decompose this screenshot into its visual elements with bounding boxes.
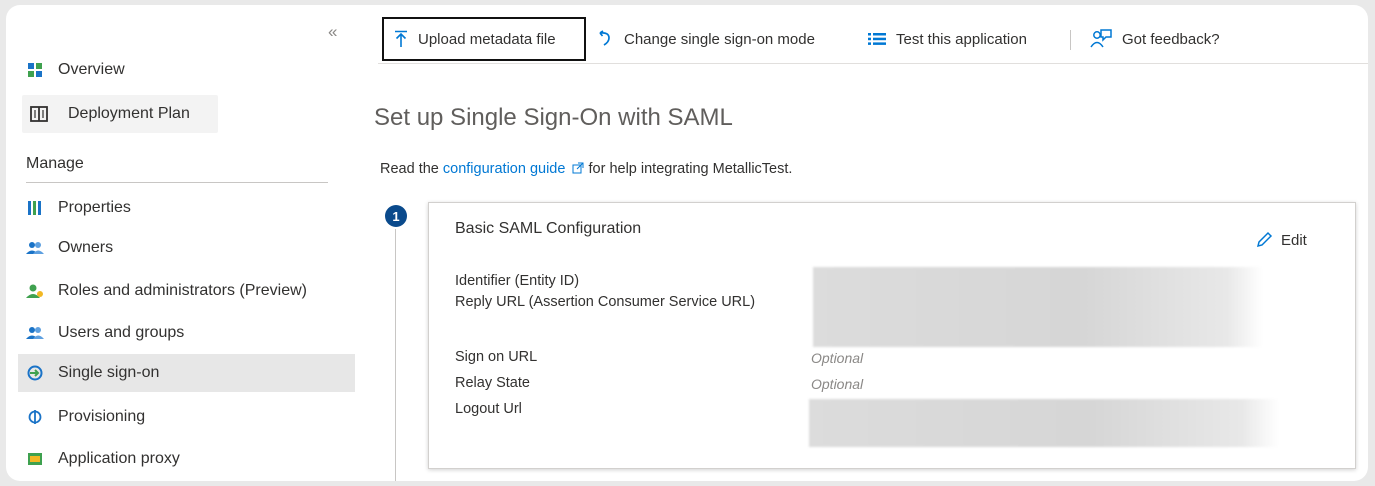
sidebar-item-label: Deployment Plan	[68, 105, 190, 122]
redacted-logout-value	[809, 399, 1279, 447]
relay-state-label: Relay State	[455, 375, 530, 391]
step-connector-line	[395, 229, 396, 481]
guide-suffix: for help integrating MetallicTest.	[588, 161, 793, 177]
feedback-label: Got feedback?	[1122, 30, 1220, 48]
sso-icon	[26, 364, 44, 382]
collapse-sidebar-icon[interactable]: «	[328, 22, 337, 42]
provisioning-icon	[26, 408, 44, 426]
test-application-button[interactable]: Test this application	[868, 17, 1027, 61]
sidebar-item-overview[interactable]: Overview	[18, 51, 348, 89]
reply-url-label: Reply URL (Assertion Consumer Service UR…	[455, 294, 756, 310]
roles-icon	[26, 282, 44, 300]
sidebar-item-users-groups[interactable]: Users and groups	[18, 314, 348, 352]
page-title: Set up Single Sign-On with SAML	[374, 104, 733, 131]
redacted-value-block	[813, 267, 1263, 347]
sidebar-item-label: Properties	[58, 199, 131, 216]
sidebar-item-label: Owners	[58, 239, 114, 256]
sidebar: « Overview Deployment Plan Manage Proper…	[6, 5, 356, 481]
sidebar-item-label: Overview	[58, 61, 125, 78]
sign-on-url-label: Sign on URL	[455, 349, 538, 365]
step-number-badge: 1	[385, 205, 407, 227]
logout-url-label: Logout Url	[455, 401, 522, 417]
undo-icon	[596, 30, 614, 48]
users-icon	[26, 324, 44, 342]
card-title: Basic SAML Configuration	[455, 220, 642, 237]
upload-metadata-button[interactable]: Upload metadata file	[382, 17, 586, 61]
sidebar-item-label: Roles and administrators (Preview)	[58, 282, 307, 299]
test-application-label: Test this application	[896, 30, 1027, 48]
relay-state-value: Optional	[811, 376, 864, 392]
sidebar-item-label: Users and groups	[58, 324, 185, 341]
overview-icon	[26, 61, 44, 79]
sidebar-item-owners[interactable]: Owners	[18, 229, 348, 267]
sidebar-item-provisioning[interactable]: Provisioning	[18, 398, 348, 436]
toolbar-underline	[378, 63, 1368, 64]
upload-icon	[394, 30, 408, 48]
guide-prefix: Read the	[380, 161, 443, 177]
sidebar-item-single-sign-on[interactable]: Single sign-on	[18, 354, 355, 392]
configuration-guide-link[interactable]: configuration guide	[443, 161, 589, 177]
upload-metadata-label: Upload metadata file	[418, 30, 556, 48]
sidebar-item-properties[interactable]: Properties	[18, 189, 348, 227]
feedback-icon	[1090, 29, 1112, 49]
section-header-manage: Manage	[26, 145, 328, 183]
list-icon	[868, 32, 886, 46]
command-bar: Upload metadata file Change single sign-…	[378, 17, 1368, 64]
book-icon	[30, 105, 48, 123]
basic-saml-config-card: Basic SAML Configuration Edit Identifier…	[428, 202, 1356, 469]
sidebar-item-application-proxy[interactable]: Application proxy	[18, 440, 348, 478]
external-link-icon	[569, 161, 588, 177]
pencil-icon	[1255, 231, 1273, 249]
guide-text: Read the configuration guide for help in…	[380, 161, 792, 177]
owners-icon	[26, 239, 44, 257]
sidebar-item-roles[interactable]: Roles and administrators (Preview)	[18, 272, 348, 310]
sidebar-item-label: Provisioning	[58, 408, 146, 425]
sidebar-item-deployment-plan[interactable]: Deployment Plan	[22, 95, 218, 133]
edit-label: Edit	[1281, 231, 1307, 249]
properties-icon	[26, 199, 44, 217]
app-proxy-icon	[26, 450, 44, 468]
app-frame: « Overview Deployment Plan Manage Proper…	[6, 5, 1368, 481]
configuration-guide-link-label: configuration guide	[442, 161, 566, 177]
change-sso-mode-button[interactable]: Change single sign-on mode	[596, 17, 815, 61]
sidebar-item-label: Single sign-on	[58, 364, 160, 381]
sign-on-url-value: Optional	[811, 350, 864, 366]
toolbar-divider	[1070, 30, 1071, 50]
feedback-button[interactable]: Got feedback?	[1090, 17, 1220, 61]
identifier-label: Identifier (Entity ID)	[455, 273, 580, 289]
change-sso-mode-label: Change single sign-on mode	[624, 30, 815, 48]
edit-button[interactable]: Edit	[1255, 231, 1307, 249]
sidebar-item-label: Application proxy	[58, 450, 180, 467]
